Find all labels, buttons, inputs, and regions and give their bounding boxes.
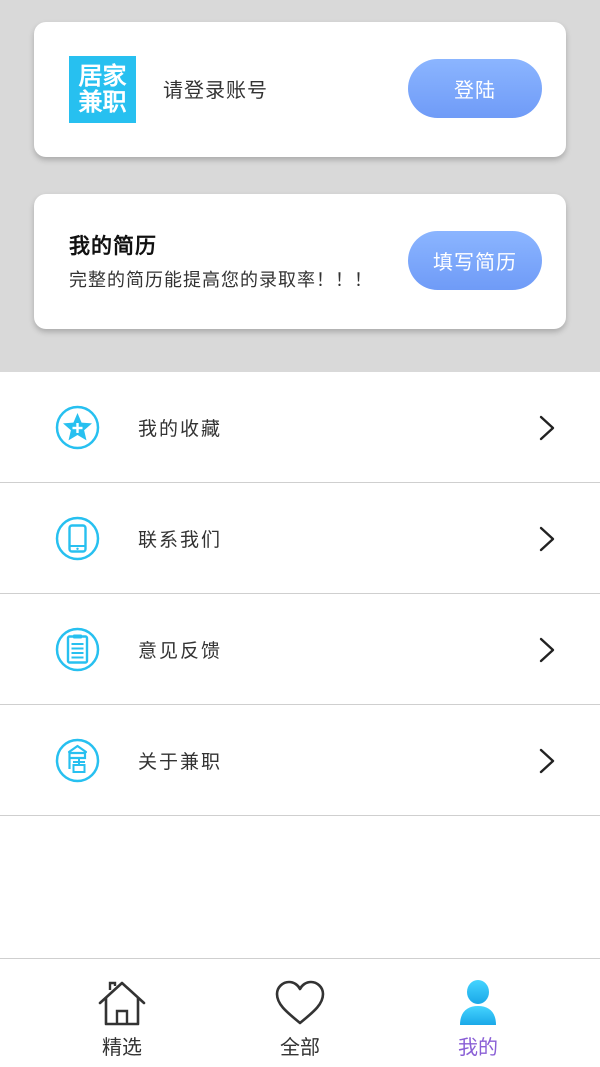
house-ju-icon (55, 738, 100, 783)
clipboard-icon (55, 627, 100, 672)
menu-item-contact[interactable]: 联系我们 (0, 483, 600, 594)
user-icon (452, 979, 504, 1027)
chevron-right-icon (538, 525, 556, 553)
resume-title: 我的简历 (69, 230, 157, 260)
menu-item-favorites[interactable]: 我的收藏 (0, 372, 600, 483)
app-logo: 居家 兼职 (69, 56, 136, 123)
tab-label-featured: 精选 (62, 1031, 182, 1060)
chevron-right-icon (538, 414, 556, 442)
bottom-tab-bar: 精选 全部 我的 (0, 958, 600, 1067)
login-prompt: 请登录账号 (163, 74, 268, 103)
login-card: 居家 兼职 请登录账号 登陆 (34, 22, 566, 157)
tab-label-mine: 我的 (418, 1031, 538, 1060)
tab-label-all: 全部 (240, 1031, 360, 1060)
settings-menu: 我的收藏 联系我们 (0, 372, 600, 816)
menu-label-contact: 联系我们 (138, 525, 222, 552)
fill-resume-button[interactable]: 填写简历 (408, 231, 542, 290)
resume-subtitle: 完整的简历能提高您的录取率！！！ (69, 266, 373, 292)
tab-featured[interactable]: 精选 (62, 959, 182, 1067)
chevron-right-icon (538, 747, 556, 775)
phone-icon (55, 516, 100, 561)
login-button[interactable]: 登陆 (408, 59, 542, 118)
logo-text-top: 居家 (79, 64, 127, 89)
tab-mine[interactable]: 我的 (418, 959, 538, 1067)
heart-icon (274, 979, 326, 1027)
menu-item-about[interactable]: 关于兼职 (0, 705, 600, 816)
menu-label-about: 关于兼职 (138, 747, 222, 774)
chevron-right-icon (538, 636, 556, 664)
star-plus-icon (55, 405, 100, 450)
resume-card: 我的简历 完整的简历能提高您的录取率！！！ 填写简历 (34, 194, 566, 329)
menu-item-feedback[interactable]: 意见反馈 (0, 594, 600, 705)
menu-label-favorites: 我的收藏 (138, 414, 222, 441)
logo-text-bottom: 兼职 (79, 90, 127, 115)
tab-all[interactable]: 全部 (240, 959, 360, 1067)
menu-label-feedback: 意见反馈 (138, 636, 222, 663)
home-icon (96, 979, 148, 1027)
